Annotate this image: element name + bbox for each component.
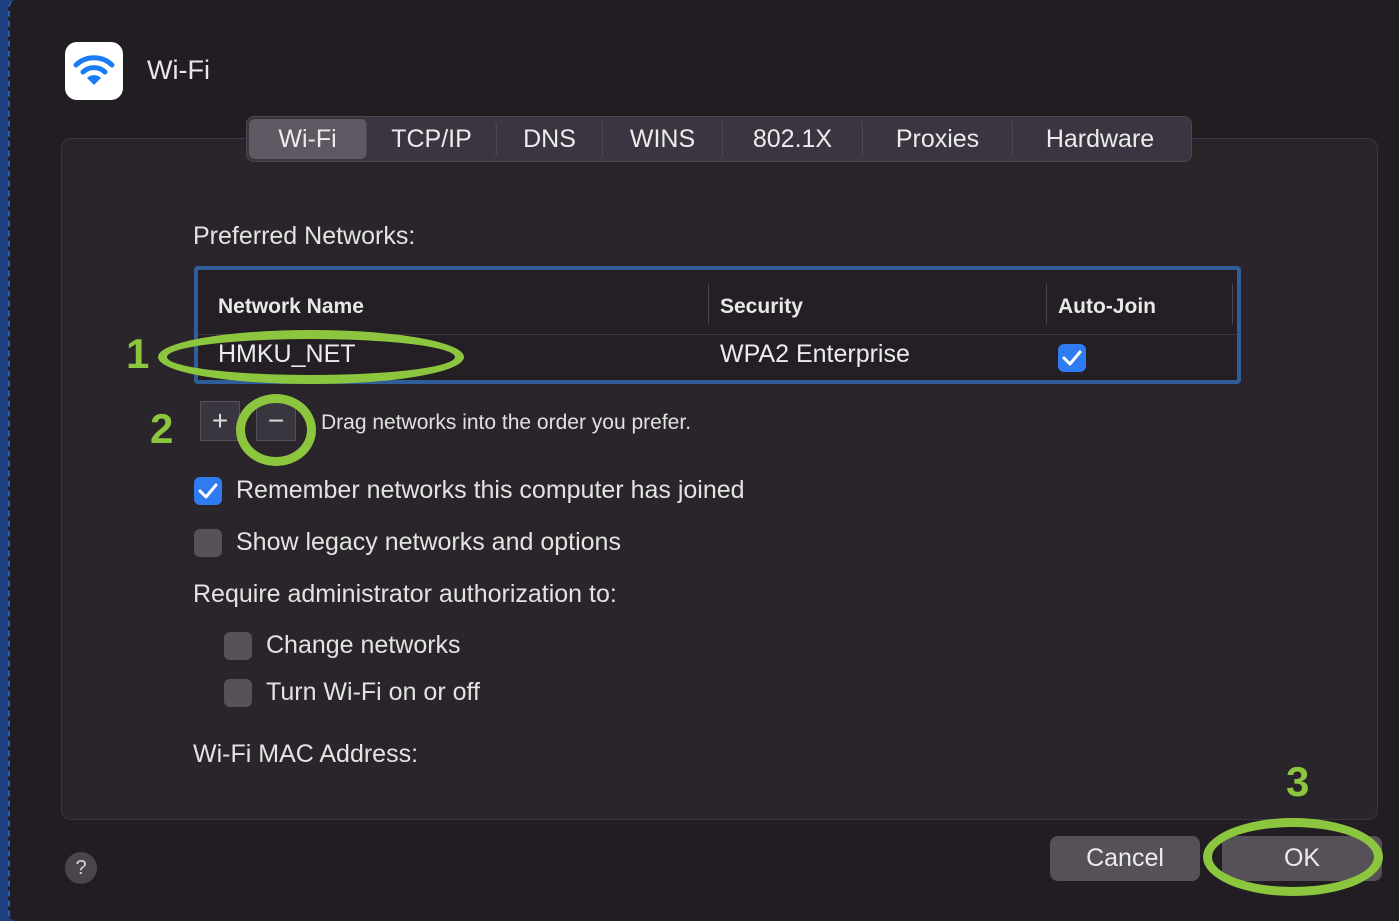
checkmark-icon	[1062, 350, 1082, 366]
security-cell: WPA2 Enterprise	[720, 340, 910, 368]
annotation-number-1: 1	[126, 330, 150, 377]
toggle-wifi-label[interactable]: Turn Wi-Fi on or off	[266, 678, 480, 707]
tab-dns[interactable]: DNS	[497, 119, 603, 159]
annotation-ring-ok	[1203, 818, 1383, 896]
tab-tcpip[interactable]: TCP/IP	[367, 119, 497, 159]
legacy-networks-label[interactable]: Show legacy networks and options	[236, 528, 621, 557]
tab-proxies[interactable]: Proxies	[863, 119, 1013, 159]
remember-networks-label[interactable]: Remember networks this computer has join…	[236, 476, 745, 505]
preferred-networks-label: Preferred Networks:	[193, 222, 416, 250]
window-title: Wi-Fi	[147, 55, 210, 85]
drag-hint: Drag networks into the order you prefer.	[321, 411, 692, 434]
tab-hardware[interactable]: Hardware	[1013, 119, 1187, 159]
column-auto-join[interactable]: Auto-Join	[1058, 295, 1156, 319]
tab-wins[interactable]: WINS	[603, 119, 723, 159]
tab-8021x[interactable]: 802.1X	[723, 119, 863, 159]
wifi-settings-window: Wi-Fi Wi-Fi TCP/IP DNS WINS 802.1X Proxi…	[8, 0, 1399, 921]
annotation-number-3: 3	[1286, 758, 1310, 805]
change-networks-checkbox[interactable]	[224, 632, 252, 660]
annotation-ring-network	[158, 330, 464, 384]
require-admin-label: Require administrator authorization to:	[193, 580, 617, 608]
auto-join-checkbox[interactable]	[1058, 344, 1086, 372]
annotation-ring-remove	[236, 394, 316, 466]
column-security[interactable]: Security	[720, 295, 803, 319]
tab-bar: Wi-Fi TCP/IP DNS WINS 802.1X Proxies Har…	[246, 116, 1192, 162]
remember-networks-checkbox[interactable]	[194, 477, 222, 505]
legacy-networks-checkbox[interactable]	[194, 529, 222, 557]
cancel-button[interactable]: Cancel	[1050, 836, 1200, 881]
wifi-icon	[65, 42, 123, 100]
column-divider	[1232, 284, 1233, 324]
add-network-button[interactable]: +	[200, 401, 240, 441]
tab-wifi[interactable]: Wi-Fi	[249, 119, 367, 159]
help-button[interactable]: ?	[65, 852, 97, 884]
checkmark-icon	[198, 483, 218, 499]
mac-address-label: Wi-Fi MAC Address:	[193, 740, 419, 768]
column-network-name[interactable]: Network Name	[218, 295, 364, 319]
column-divider	[708, 284, 709, 324]
annotation-number-2: 2	[150, 405, 174, 452]
toggle-wifi-checkbox[interactable]	[224, 679, 252, 707]
column-divider	[1046, 284, 1047, 324]
change-networks-label[interactable]: Change networks	[266, 631, 461, 660]
